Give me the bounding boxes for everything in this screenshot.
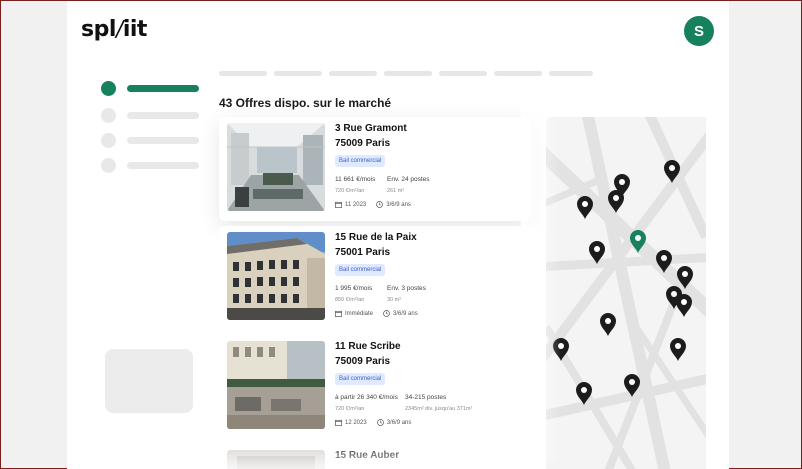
listing-street: 11 Rue Scribe: [335, 341, 401, 352]
listing-workstations: Env. 3 postes: [387, 285, 426, 292]
availability-date: 11 2023: [345, 201, 367, 208]
sidebar-label-placeholder: [127, 112, 199, 119]
clock-icon: [376, 201, 384, 208]
listing-price-per-sqm: 850 €/m²/an: [335, 297, 365, 303]
listing-surface: 2345m² div. jusqu'au 371m²: [405, 406, 473, 412]
results-heading: 43 Offres dispo. sur le marché: [219, 96, 392, 110]
listing-card[interactable]: 15 Rue Auber: [219, 444, 531, 469]
tab-placeholder[interactable]: [329, 71, 377, 76]
listings-map[interactable]: [546, 117, 706, 469]
listing-street: 15 Rue de la Paix: [335, 232, 417, 243]
listing-city: 75009 Paris: [335, 356, 391, 367]
tab-placeholder[interactable]: [549, 71, 593, 76]
listing-price: à partir 26 340 €/mois: [335, 394, 398, 401]
sidebar-label-placeholder: [127, 162, 199, 169]
lease-type-badge: Bail commercial: [335, 264, 386, 276]
listing-city: 75001 Paris: [335, 247, 391, 258]
listing-city: 75009 Paris: [335, 138, 391, 149]
listing-card[interactable]: 3 Rue Gramont 75009 Paris Bail commercia…: [219, 117, 531, 221]
availability-date: Immédiate: [345, 310, 374, 317]
user-avatar[interactable]: S: [684, 16, 714, 46]
map-edge-glow: [521, 101, 561, 461]
availability-date: 12 2023: [345, 419, 367, 426]
clock-icon: [383, 310, 390, 317]
app-frame: spl/iit S 43 Offres dispo. sur le marché: [0, 0, 802, 469]
listing-card[interactable]: 15 Rue de la Paix 75001 Paris Bail comme…: [219, 226, 531, 330]
lease-duration: 3/6/9 ans: [386, 201, 411, 208]
lease-type-badge: Bail commercial: [335, 373, 386, 385]
calendar-icon: [335, 419, 342, 426]
listing-price-per-sqm: 720 €/m²/an: [335, 188, 365, 194]
map-canvas[interactable]: [546, 117, 706, 469]
lease-duration: 3/6/9 ans: [386, 419, 412, 426]
calendar-icon: [335, 201, 342, 208]
tab-placeholder[interactable]: [439, 71, 487, 76]
avatar-initial: S: [693, 22, 704, 40]
logo-text-right: iit: [122, 17, 148, 42]
listing-workstations: 34-215 postes: [405, 394, 447, 401]
clock-icon: [376, 419, 384, 426]
sidebar-item[interactable]: [101, 108, 199, 123]
lease-duration: 3/6/9 ans: [393, 310, 418, 317]
sidebar-item[interactable]: [101, 133, 199, 148]
calendar-icon: [335, 310, 342, 317]
listing-street: 3 Rue Gramont: [335, 123, 407, 134]
split-logo[interactable]: spl/iit: [81, 17, 147, 42]
sidebar-label-placeholder: [127, 85, 199, 92]
sidebar-dot-icon: [101, 81, 116, 96]
listing-photo: [227, 341, 325, 429]
sidebar-item[interactable]: [101, 158, 199, 173]
office-interior-photo: [227, 123, 325, 211]
tab-placeholder[interactable]: [274, 71, 322, 76]
tab-placeholder[interactable]: [494, 71, 542, 76]
listing-meta: 11 2023 3/6/9 ans: [335, 201, 411, 208]
filter-tabs-placeholder: [219, 71, 593, 76]
listing-street: 15 Rue Auber: [335, 450, 400, 461]
listing-meta: 12 2023 3/6/9 ans: [335, 419, 411, 426]
logo-text-left: spl: [81, 17, 116, 42]
interior-photo: [227, 450, 325, 469]
tab-placeholder[interactable]: [384, 71, 432, 76]
listing-workstations: Env. 24 postes: [387, 176, 430, 183]
terrace-photo: [227, 341, 325, 429]
listing-card[interactable]: 11 Rue Scribe 75009 Paris Bail commercia…: [219, 335, 531, 439]
building-facade-photo: [227, 232, 325, 320]
listing-photo: [227, 123, 325, 211]
sidebar-dot-icon: [101, 158, 116, 173]
listing-meta: Immédiate 3/6/9 ans: [335, 310, 418, 317]
listing-price: 11 661 €/mois: [335, 176, 376, 183]
listing-price-per-sqm: 720 €/m²/an: [335, 406, 365, 412]
sidebar-label-placeholder: [127, 137, 199, 144]
listing-surface: 261 m²: [387, 188, 405, 194]
listing-price: 1 995 €/mois: [335, 285, 373, 292]
tab-placeholder[interactable]: [219, 71, 267, 76]
sidebar-dot-icon: [101, 133, 116, 148]
listing-surface: 30 m²: [387, 297, 402, 303]
sidebar-dot-icon: [101, 108, 116, 123]
sidebar-card-placeholder: [105, 349, 193, 413]
listing-photo: [227, 450, 325, 469]
lease-type-badge: Bail commercial: [335, 155, 386, 167]
sidebar-item-active[interactable]: [101, 81, 199, 96]
listing-photo: [227, 232, 325, 320]
